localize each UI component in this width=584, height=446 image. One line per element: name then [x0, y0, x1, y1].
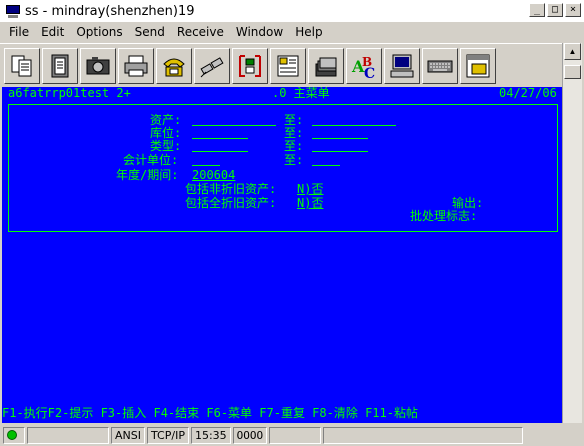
close-button[interactable]: × [565, 3, 581, 17]
include-full-dep-label: 包括全折旧资产: [185, 196, 277, 210]
location-from-field[interactable] [192, 126, 248, 139]
minimize-button[interactable]: _ [529, 3, 545, 17]
disconnect-icon [200, 56, 224, 77]
maximize-button[interactable]: □ [547, 3, 563, 17]
scroll-up-arrow-icon[interactable]: ▲ [564, 43, 581, 60]
status-message [27, 426, 109, 444]
account-unit-to-field[interactable] [312, 153, 340, 166]
status-filler [323, 426, 524, 444]
keyboard-icon [427, 60, 453, 72]
menu-bar: File Edit Options Send Receive Window He… [0, 22, 584, 42]
menu-window[interactable]: Window [230, 25, 289, 39]
asset-from-field[interactable] [192, 113, 276, 126]
screen-button[interactable] [460, 47, 496, 84]
print-button[interactable] [118, 47, 154, 84]
paste-icon [51, 54, 69, 77]
status-bar: ANSI TCP/IP 15:35 OOOO [0, 424, 584, 446]
year-period-label: 年度/期间: [116, 168, 179, 182]
protocol-status: TCP/IP [146, 426, 189, 444]
include-non-dep-field[interactable]: N)否 [297, 183, 323, 196]
type-from-field[interactable] [192, 139, 248, 152]
menu-edit[interactable]: Edit [35, 25, 70, 39]
camera-icon [86, 56, 110, 74]
menu-receive[interactable]: Receive [171, 25, 230, 39]
include-non-dep-label: 包括非折旧资产: [185, 182, 277, 196]
title-bar: ss - mindray(shenzhen)19 _ □ × [0, 0, 584, 22]
computer-icon [390, 54, 414, 77]
type-to-field[interactable] [312, 139, 368, 152]
terminal-session-label: a6fatrrp01test 2+ [8, 87, 131, 100]
menu-options[interactable]: Options [70, 25, 128, 39]
screen-icon [466, 54, 490, 77]
menu-send[interactable]: Send [129, 25, 171, 39]
time-status: 15:35 [190, 426, 231, 444]
folders-icon [315, 57, 337, 76]
transfer-icon [239, 54, 261, 77]
scroll-thumb[interactable] [564, 65, 581, 79]
capture-button[interactable] [80, 47, 116, 84]
spellcheck-button[interactable]: ABC [346, 47, 382, 84]
window-title: ss - mindray(shenzhen)19 [25, 3, 195, 19]
svg-text:C: C [364, 66, 375, 80]
toolbar: ABC [0, 43, 562, 87]
terminal-menu-title: .0 主菜单 [272, 87, 330, 100]
phone-icon [163, 58, 185, 76]
include-full-dep-field[interactable]: N)否 [297, 197, 323, 210]
encoding-status: ANSI [111, 426, 145, 444]
terminal-screen[interactable]: a6fatrrp01test 2+ .0 主菜单 04/27/06 资产: 至:… [2, 87, 562, 423]
status-extra [269, 426, 322, 444]
location-to-field[interactable] [312, 126, 368, 139]
connection-status-indicator [3, 426, 25, 444]
asset-to-field[interactable] [312, 113, 396, 126]
menu-help[interactable]: Help [289, 25, 328, 39]
account-unit-to-label: 至: [284, 153, 304, 167]
session-settings-button[interactable] [270, 47, 306, 84]
keyboard-button[interactable] [422, 47, 458, 84]
function-keys-line: F1-执行F2-提示 F3-插入 F4-结束 F6-菜单 F7-重复 F8-清除… [2, 406, 418, 420]
paste-button[interactable] [42, 47, 78, 84]
host-button[interactable] [384, 47, 420, 84]
menu-file[interactable]: File [3, 25, 35, 39]
account-unit-label: 会计单位: [123, 153, 179, 167]
copy-button[interactable] [4, 47, 40, 84]
settings-icon [277, 55, 299, 76]
connected-led-icon [7, 429, 17, 440]
transfer-button[interactable] [232, 47, 268, 84]
lock-indicator-status: OOOO [232, 426, 268, 444]
vertical-scrollbar[interactable]: ▲ [562, 43, 582, 423]
type-to-label: 至: [284, 139, 304, 153]
disconnect-button[interactable] [194, 47, 230, 84]
type-label: 类型: [150, 139, 182, 153]
terminal-date: 04/27/06 [499, 87, 557, 100]
spellcheck-icon: ABC [351, 55, 375, 80]
copy-icon [11, 55, 32, 76]
connect-button[interactable] [156, 47, 192, 84]
account-unit-from-field[interactable] [192, 153, 220, 166]
print-icon [124, 55, 148, 76]
folders-button[interactable] [308, 47, 344, 84]
terminal-app-icon [5, 4, 21, 18]
year-period-field[interactable]: 200604 [192, 169, 235, 182]
batch-flag-label: 批处理标志: [410, 209, 478, 223]
